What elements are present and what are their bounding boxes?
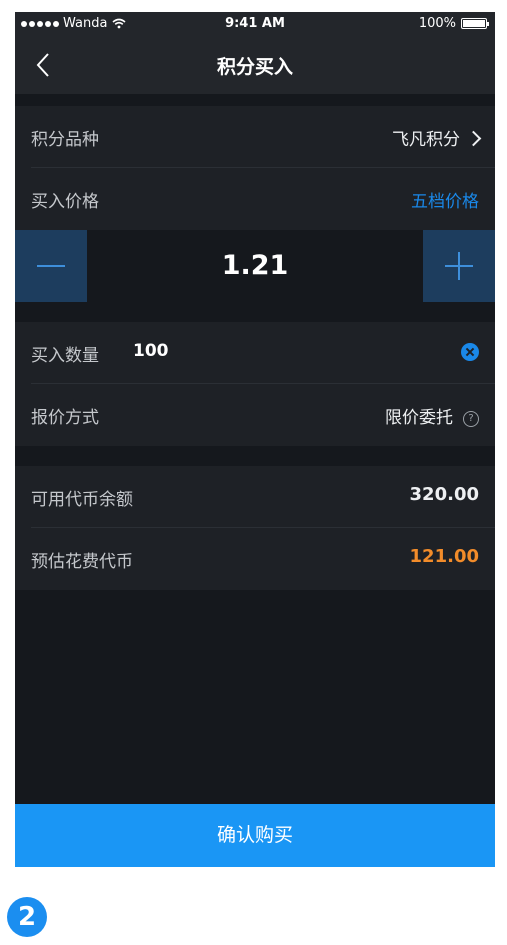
balance-value: 320.00 [409, 484, 479, 505]
quantity-label: 买入数量 [31, 346, 99, 366]
price-stepper: 1.21 [15, 230, 495, 302]
help-icon[interactable]: ? [463, 411, 479, 427]
points-type-label: 积分品种 [31, 130, 99, 150]
increase-price-button[interactable] [423, 230, 495, 302]
plus-icon [458, 252, 460, 280]
quote-method-text: 限价委托 [385, 408, 453, 428]
balance-row: 可用代币余额 320.00 [31, 466, 495, 528]
page-title: 积分买入 [216, 56, 293, 78]
battery-icon [461, 18, 489, 29]
points-type-value: 飞凡积分 [392, 125, 482, 150]
balance-label: 可用代币余额 [31, 490, 133, 510]
minus-icon [37, 265, 65, 267]
balance-section: 可用代币余额 320.00 预估花费代币 121.00 [15, 466, 495, 590]
quote-method-value: 限价委托? [385, 403, 479, 429]
buy-price-label: 买入价格 [31, 192, 99, 212]
nav-bar: 积分买入 [15, 36, 495, 94]
price-value[interactable]: 1.21 [87, 250, 423, 281]
quote-method-label: 报价方式 [31, 408, 99, 428]
quantity-input[interactable]: 100 [133, 341, 169, 361]
decrease-price-button[interactable] [15, 230, 87, 302]
quantity-row: 买入数量 100 [31, 322, 495, 384]
points-type-row[interactable]: 积分品种 飞凡积分 [31, 106, 495, 168]
battery-status: 100% [418, 16, 489, 31]
phone-screen: Wanda 9:41 AM 100% 积分买入 积分品种 飞凡积分 买入价格 五… [15, 12, 495, 867]
cost-label: 预估花费代币 [31, 552, 133, 572]
order-section: 买入数量 100 报价方式 限价委托? [15, 322, 495, 446]
quote-method-row[interactable]: 报价方式 限价委托? [31, 384, 495, 445]
status-bar: Wanda 9:41 AM 100% [15, 12, 495, 36]
points-type-text: 飞凡积分 [392, 130, 460, 150]
price-section: 积分品种 飞凡积分 买入价格 五档价格 [15, 106, 495, 230]
five-level-price-link[interactable]: 五档价格 [411, 187, 479, 212]
step-badge: 2 [7, 897, 47, 937]
cost-row: 预估花费代币 121.00 [31, 528, 495, 589]
clear-icon[interactable] [461, 343, 479, 361]
confirm-purchase-button[interactable]: 确认购买 [15, 804, 495, 867]
buy-price-row: 买入价格 五档价格 [31, 168, 495, 229]
cost-value: 121.00 [409, 546, 479, 567]
chevron-right-icon [465, 130, 482, 147]
battery-percent: 100% [418, 16, 456, 31]
